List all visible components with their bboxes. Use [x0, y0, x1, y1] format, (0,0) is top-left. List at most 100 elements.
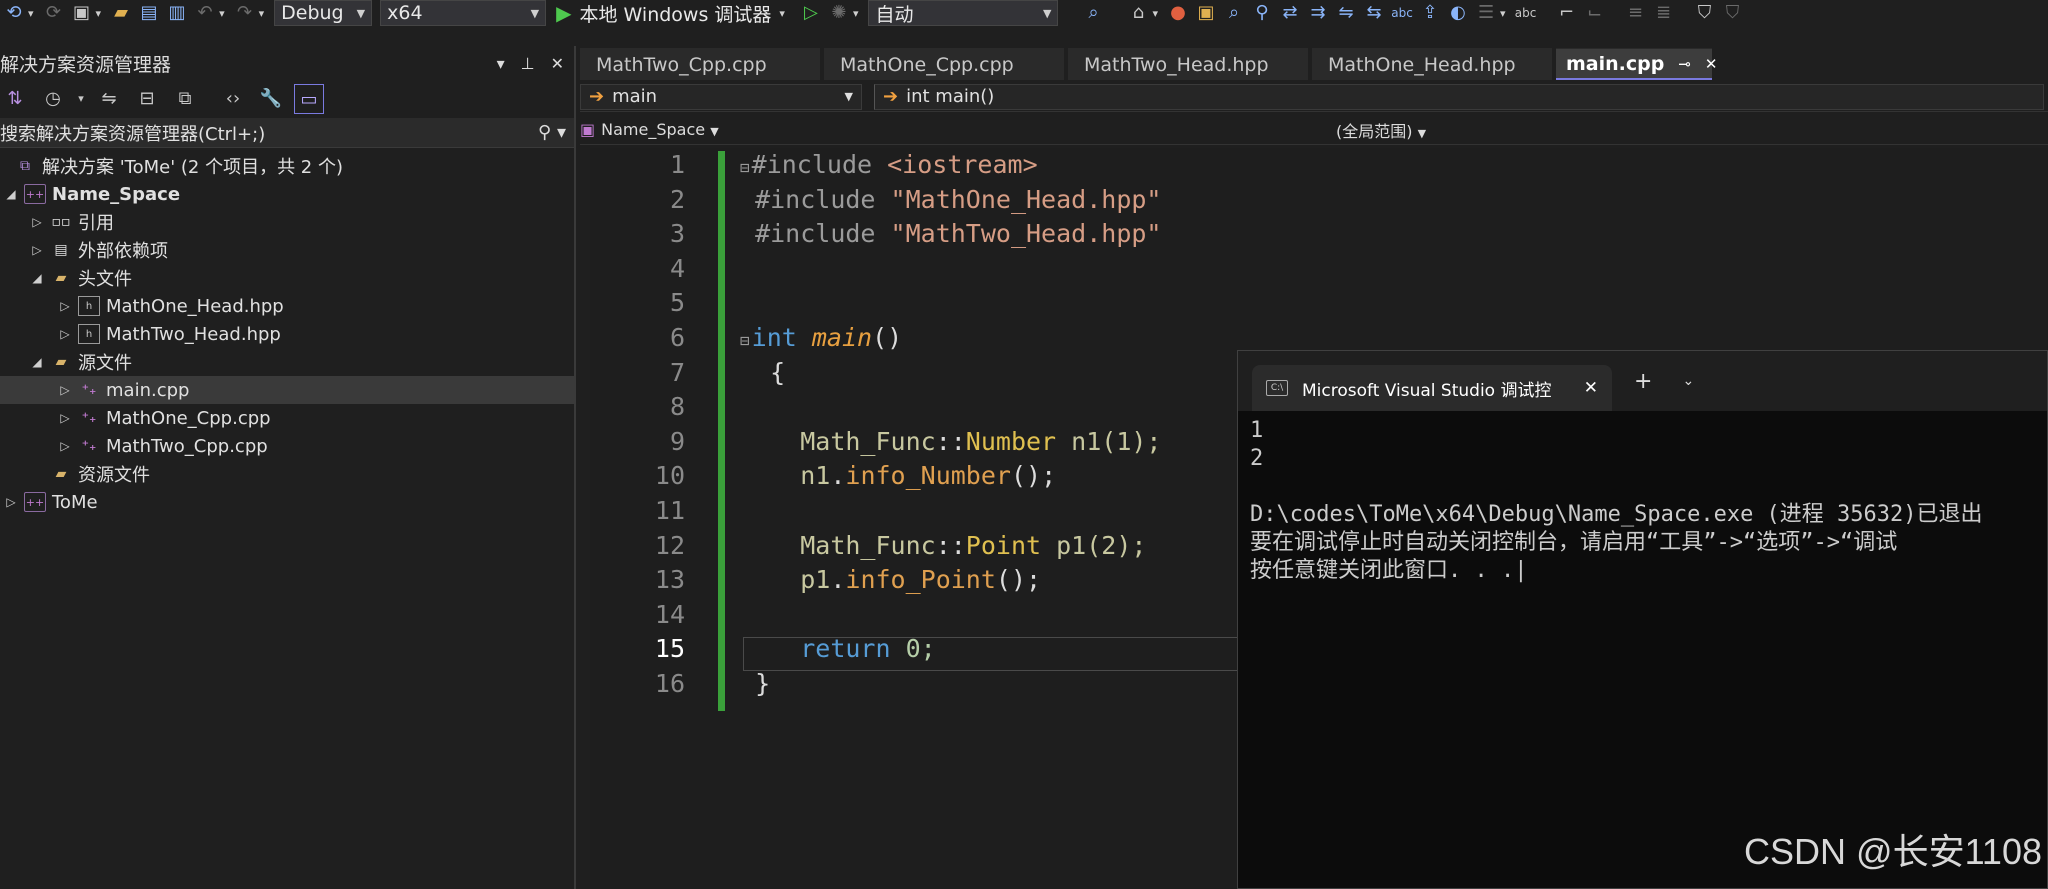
view-code-icon[interactable]: ‹›: [218, 84, 248, 114]
tree-item-mathtwo-cpp[interactable]: ▷ ⁺₊ MathTwo_Cpp.cpp: [0, 432, 574, 460]
format-dropdown-icon[interactable]: ▾: [1500, 7, 1506, 20]
debug-console-window[interactable]: C:\ Microsoft Visual Studio 调试控 ✕ + ⌄ 1 …: [1237, 350, 2048, 889]
undo-icon[interactable]: ↶: [194, 2, 216, 24]
expanded-arrow-icon[interactable]: ◢: [2, 187, 20, 201]
tree-item-source-files[interactable]: ◢ ▰ 源文件: [0, 348, 574, 376]
expanded-arrow-icon[interactable]: ◢: [28, 271, 46, 285]
replace-icon[interactable]: abc: [1391, 2, 1413, 24]
tree-item-tome[interactable]: ▷ ++ ToMe: [0, 488, 574, 516]
comment-icon[interactable]: ⌐: [1556, 2, 1578, 24]
configuration-select[interactable]: Debug ▼: [274, 0, 373, 26]
spell-check-icon[interactable]: abc: [1515, 2, 1537, 24]
pin-icon[interactable]: ⊥: [521, 54, 535, 73]
tree-item-header-files[interactable]: ◢ ▰ 头文件: [0, 264, 574, 292]
chevron-down-icon[interactable]: ⌄: [1682, 373, 1694, 389]
pending-changes-icon[interactable]: ◷: [38, 84, 68, 114]
tree-item-external-deps[interactable]: ▷ ▤ 外部依赖项: [0, 236, 574, 264]
close-icon[interactable]: ✕: [551, 54, 564, 73]
sync-icon[interactable]: ⇋: [94, 84, 124, 114]
collapsed-arrow-icon[interactable]: ▷: [56, 439, 74, 453]
collapsed-arrow-icon[interactable]: ▷: [56, 299, 74, 313]
collapsed-arrow-icon[interactable]: ▷: [2, 495, 20, 509]
tree-item-mathtwo-head[interactable]: ▷ h MathTwo_Head.hpp: [0, 320, 574, 348]
extension-icon-1[interactable]: ●: [1167, 2, 1189, 24]
back-dropdown-icon[interactable]: ▾: [28, 7, 34, 20]
save-icon[interactable]: ▤: [138, 2, 160, 24]
close-tab-icon[interactable]: ✕: [1705, 55, 1718, 73]
forward-icon[interactable]: ⟳: [43, 2, 65, 24]
preview-selected-icon[interactable]: ▭: [294, 84, 324, 114]
new-tab-icon[interactable]: +: [1634, 369, 1652, 394]
hot-reload-icon[interactable]: ✺: [828, 2, 850, 24]
show-all-files-icon[interactable]: ⧉: [170, 84, 200, 114]
collapse-icon[interactable]: ⊟: [740, 158, 750, 177]
layout-icon[interactable]: ⌂: [1127, 2, 1149, 24]
collapsed-arrow-icon[interactable]: ▷: [56, 383, 74, 397]
outdent-icon[interactable]: ≣: [1653, 2, 1675, 24]
new-project-icon[interactable]: ▣: [71, 2, 93, 24]
run-dropdown-icon[interactable]: ▾: [779, 7, 785, 20]
indent-icon[interactable]: ≡: [1625, 2, 1647, 24]
tree-item-mathone-head[interactable]: ▷ h MathOne_Head.hpp: [0, 292, 574, 320]
undo-dropdown-icon[interactable]: ▾: [219, 7, 225, 20]
collapse-all-icon[interactable]: ⊟: [132, 84, 162, 114]
redo-icon[interactable]: ↷: [234, 2, 256, 24]
tree-item-solution[interactable]: ⧉ 解决方案 'ToMe' (2 个项目，共 2 个): [0, 152, 574, 180]
tree-item-references[interactable]: ▷ ▫▫ 引用: [0, 208, 574, 236]
uncomment-icon[interactable]: ⌙: [1584, 2, 1606, 24]
export-icon[interactable]: ⇪: [1419, 2, 1441, 24]
settings-toggle-icon[interactable]: ◐: [1447, 2, 1469, 24]
bookmark-icon[interactable]: ⛉: [1694, 2, 1716, 24]
tab-main-cpp[interactable]: main.cpp ⊸ ✕: [1556, 48, 1718, 80]
collapsed-arrow-icon[interactable]: ▷: [56, 327, 74, 341]
search-icon[interactable]: ⚲ ▾: [538, 122, 566, 143]
switch-views-icon[interactable]: ⇅: [0, 84, 30, 114]
solution-search-input[interactable]: 搜索解决方案资源管理器(Ctrl+;) ⚲ ▾: [0, 118, 574, 148]
pin-tab-icon[interactable]: ⊸: [1678, 55, 1691, 73]
open-folder-icon[interactable]: ▰: [110, 2, 132, 24]
new-dropdown-icon[interactable]: ▾: [96, 7, 102, 20]
collapsed-arrow-icon[interactable]: ▷: [28, 243, 46, 257]
layout-dropdown-icon[interactable]: ▾: [1152, 7, 1158, 20]
properties-icon[interactable]: 🔧: [256, 84, 286, 114]
collapsed-arrow-icon[interactable]: ▷: [28, 215, 46, 229]
tree-item-mathone-cpp[interactable]: ▷ ⁺₊ MathOne_Cpp.cpp: [0, 404, 574, 432]
start-debugging-button[interactable]: ▶ 本地 Windows 调试器 ▾: [556, 0, 791, 27]
tab-mathtwo-cpp[interactable]: MathTwo_Cpp.cpp: [580, 48, 820, 80]
console-tab[interactable]: C:\ Microsoft Visual Studio 调试控 ✕: [1252, 365, 1612, 411]
start-without-debugging-icon[interactable]: ▷: [800, 2, 822, 24]
tab-mathone-head[interactable]: MathOne_Head.hpp: [1312, 48, 1552, 80]
auto-select[interactable]: 自动 ▼: [868, 0, 1059, 26]
refactor-icon[interactable]: ⇄: [1279, 2, 1301, 24]
expanded-arrow-icon[interactable]: ◢: [28, 355, 46, 369]
tab-mathone-cpp[interactable]: MathOne_Cpp.cpp: [824, 48, 1064, 80]
include-path: <iostream>: [887, 150, 1038, 179]
tree-item-main-cpp[interactable]: ▷ ⁺₊ main.cpp: [0, 376, 574, 404]
close-icon[interactable]: ✕: [1584, 378, 1598, 398]
global-scope-dropdown[interactable]: (全局范围) ▼: [1318, 118, 2038, 142]
tab-mathtwo-head[interactable]: MathTwo_Head.hpp: [1068, 48, 1308, 80]
member-dropdown[interactable]: ➔ int main(): [874, 83, 2044, 110]
hot-reload-dropdown-icon[interactable]: ▾: [853, 7, 859, 20]
pending-dropdown-icon[interactable]: ▾: [76, 84, 86, 114]
find-in-files-icon[interactable]: ⌕: [1082, 2, 1104, 24]
extension-icon-2[interactable]: ▣: [1195, 2, 1217, 24]
search-symbol-icon[interactable]: ⚲: [1251, 2, 1273, 24]
project-dropdown[interactable]: ▣ Name_Space ▼: [580, 120, 1310, 139]
collapsed-arrow-icon[interactable]: ▷: [56, 411, 74, 425]
scope-dropdown[interactable]: ➔ main ▼: [580, 83, 862, 110]
tree-item-name-space[interactable]: ◢ ++ Name_Space: [0, 180, 574, 208]
redo-dropdown-icon[interactable]: ▾: [259, 7, 265, 20]
collapse-icon[interactable]: ⊟: [740, 331, 750, 350]
compare-icon[interactable]: ⇋: [1335, 2, 1357, 24]
back-icon[interactable]: ⟲: [3, 2, 25, 24]
tree-item-resource-files[interactable]: ▰ 资源文件: [0, 460, 574, 488]
platform-select[interactable]: x64 ▼: [380, 0, 547, 26]
next-bookmark-icon[interactable]: ⛉: [1722, 2, 1744, 24]
bookmark-nav-icon[interactable]: ⇆: [1363, 2, 1385, 24]
save-all-icon[interactable]: ▥: [166, 2, 188, 24]
step-icon[interactable]: ⇉: [1307, 2, 1329, 24]
format-icon[interactable]: ☰: [1475, 2, 1497, 24]
find-icon[interactable]: ⌕: [1223, 2, 1245, 24]
window-position-icon[interactable]: ▾: [497, 54, 505, 73]
